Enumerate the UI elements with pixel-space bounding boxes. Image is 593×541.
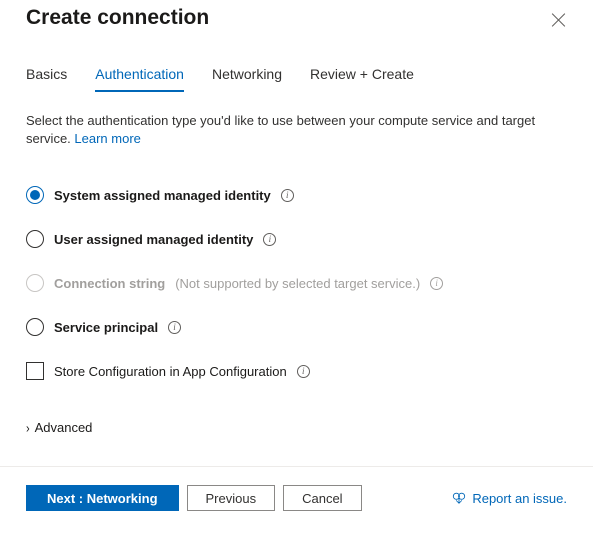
close-icon[interactable]: [551, 12, 567, 28]
auth-options: System assigned managed identity i User …: [0, 148, 593, 354]
radio-service-principal[interactable]: [26, 318, 44, 336]
radio-connection-string: [26, 274, 44, 292]
option-connection-string: Connection string (Not supported by selec…: [26, 266, 567, 310]
info-icon[interactable]: i: [263, 233, 276, 246]
info-icon[interactable]: i: [297, 365, 310, 378]
disabled-hint: (Not supported by selected target servic…: [175, 276, 420, 291]
chevron-right-icon: ›: [26, 422, 30, 436]
report-issue-link[interactable]: Report an issue.: [452, 491, 567, 506]
radio-system-assigned[interactable]: [26, 186, 44, 204]
store-config-label: Store Configuration in App Configuration: [54, 364, 287, 379]
option-system-assigned[interactable]: System assigned managed identity i: [26, 178, 567, 222]
radio-label: System assigned managed identity: [54, 188, 271, 203]
info-icon[interactable]: i: [281, 189, 294, 202]
cancel-button[interactable]: Cancel: [283, 485, 361, 511]
tab-networking[interactable]: Networking: [212, 66, 282, 92]
store-config-checkbox[interactable]: [26, 362, 44, 380]
radio-label: Service principal: [54, 320, 158, 335]
option-user-assigned[interactable]: User assigned managed identity i: [26, 222, 567, 266]
page-title: Create connection: [26, 6, 209, 30]
radio-user-assigned[interactable]: [26, 230, 44, 248]
tab-basics[interactable]: Basics: [26, 66, 67, 92]
tab-authentication[interactable]: Authentication: [95, 66, 184, 92]
footer-bar: Next : Networking Previous Cancel Report…: [0, 466, 593, 511]
report-label: Report an issue.: [472, 491, 567, 506]
tab-review-create[interactable]: Review + Create: [310, 66, 414, 92]
store-config-row[interactable]: Store Configuration in App Configuration…: [0, 354, 593, 380]
feedback-icon: [452, 491, 466, 505]
learn-more-link[interactable]: Learn more: [74, 131, 140, 146]
next-button[interactable]: Next : Networking: [26, 485, 179, 511]
advanced-label: Advanced: [35, 420, 93, 435]
description-text: Select the authentication type you'd lik…: [0, 92, 593, 148]
previous-button[interactable]: Previous: [187, 485, 276, 511]
option-service-principal[interactable]: Service principal i: [26, 310, 567, 354]
radio-label: User assigned managed identity: [54, 232, 253, 247]
tab-bar: Basics Authentication Networking Review …: [0, 30, 593, 92]
info-icon[interactable]: i: [168, 321, 181, 334]
radio-label: Connection string: [54, 276, 165, 291]
info-icon: i: [430, 277, 443, 290]
advanced-toggle[interactable]: › Advanced: [0, 380, 593, 435]
